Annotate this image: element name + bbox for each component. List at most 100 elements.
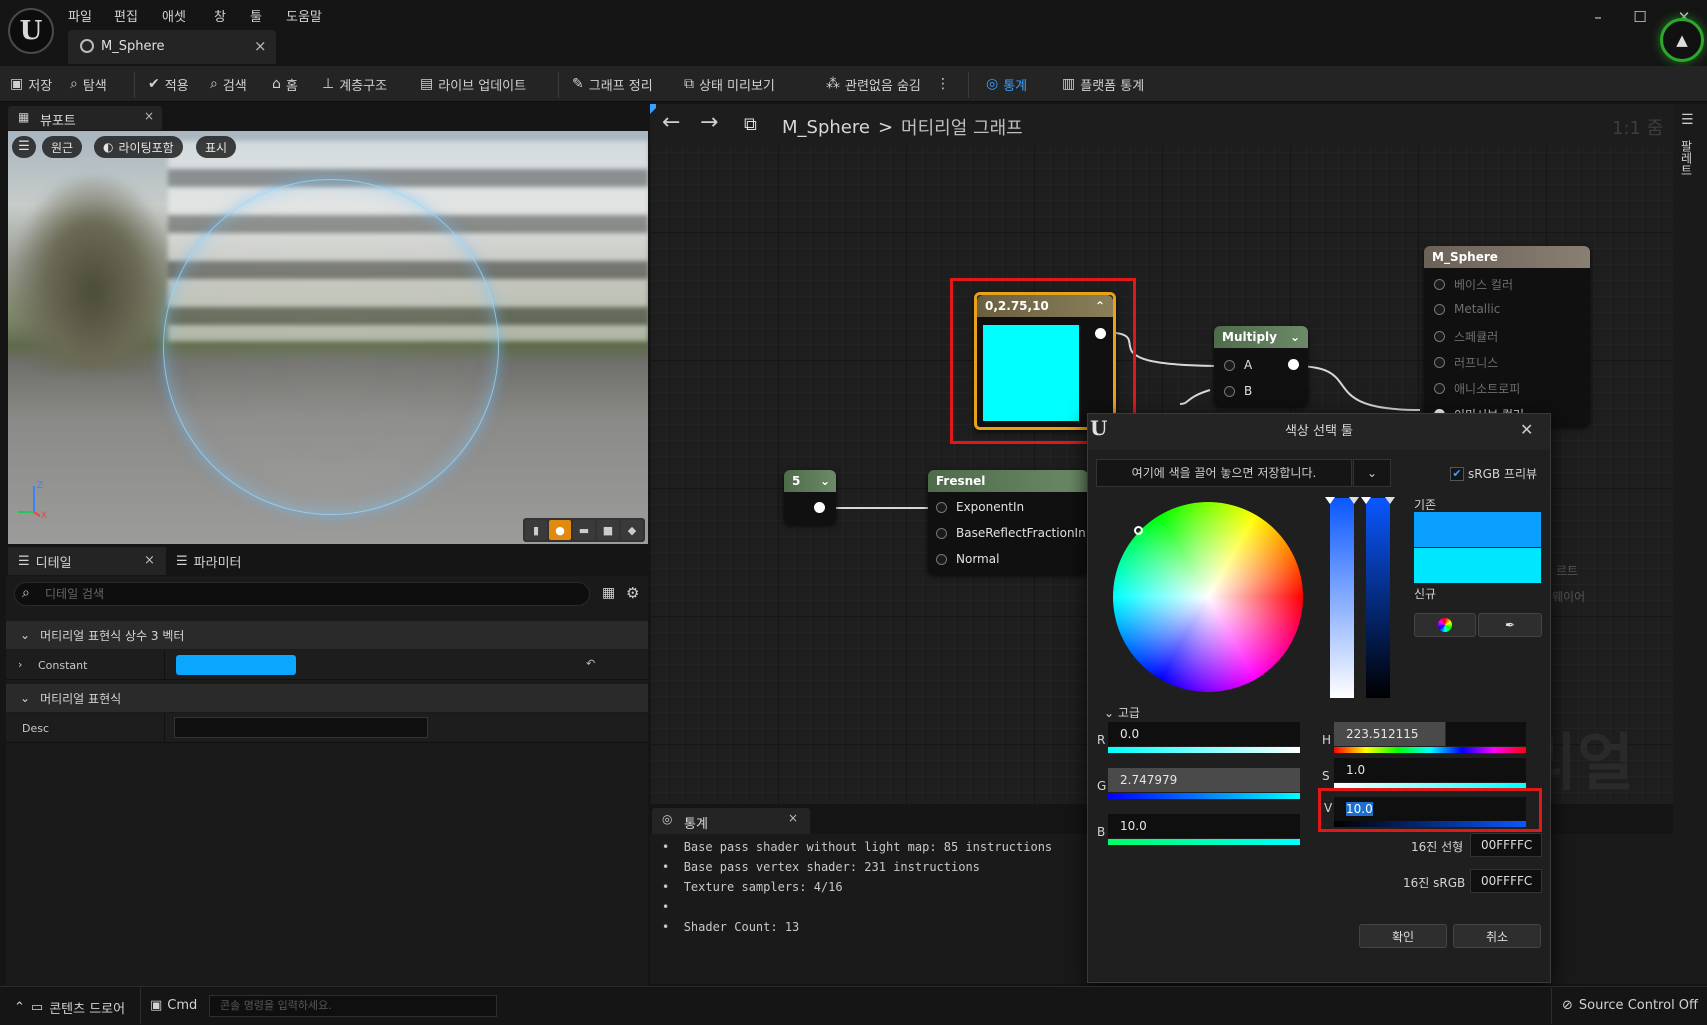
unreal-logo-icon[interactable]: U xyxy=(8,8,54,54)
color-wheel-selector[interactable] xyxy=(1134,526,1143,535)
live-update-button[interactable]: ▤ 라이브 업데이트 xyxy=(420,74,526,94)
chevron-right-icon[interactable]: › xyxy=(18,658,22,671)
menu-asset[interactable]: 애셋 xyxy=(162,6,186,26)
sphere-icon[interactable]: ● xyxy=(549,520,571,540)
maximize-button[interactable]: ☐ xyxy=(1626,8,1654,28)
viewport-scene[interactable] xyxy=(8,131,648,544)
breadcrumb-asset[interactable]: M_Sphere xyxy=(782,117,870,138)
scalar-node[interactable]: 5 ⌄ xyxy=(784,470,836,524)
pin-roughness[interactable]: 러프니스 xyxy=(1434,354,1498,371)
table-view-icon[interactable]: ▦ xyxy=(602,585,615,601)
multiply-node[interactable]: Multiply ⌄ A B xyxy=(1214,326,1308,406)
desc-input[interactable] xyxy=(174,717,428,738)
home-button[interactable]: ⌂ 홈 xyxy=(272,74,298,94)
tab-close-button[interactable]: × xyxy=(254,37,267,55)
stats-button[interactable]: ◎ 통계 xyxy=(986,74,1027,94)
platform-stats-button[interactable]: ▥ 플랫폼 통계 xyxy=(1062,74,1144,94)
hierarchy-button[interactable]: ⊥ 계층구조 xyxy=(322,74,387,94)
tab-parameters[interactable]: ☰ 파라미터 xyxy=(166,547,306,575)
apply-button[interactable]: ✔ 적용 xyxy=(148,74,189,94)
hide-unrelated-button[interactable]: ⁂ 관련없음 숨김 xyxy=(826,74,921,94)
close-icon[interactable]: ✕ xyxy=(1520,420,1533,439)
stats-tab-close[interactable]: × xyxy=(788,811,798,825)
show-button[interactable]: 표시 xyxy=(196,136,237,158)
palette-list-icon[interactable]: ☰ xyxy=(1681,112,1694,128)
menu-help[interactable]: 도움말 xyxy=(286,6,322,26)
menu-tools[interactable]: 툴 xyxy=(250,6,262,26)
content-drawer-button[interactable]: ⌃ ▭ 콘텐츠 드로어 xyxy=(14,998,125,1017)
h-value-field[interactable]: 223.512115 xyxy=(1334,722,1526,746)
scalar-output-pin[interactable] xyxy=(814,502,825,513)
clean-graph-button[interactable]: ✎ 그래프 정리 xyxy=(572,74,653,94)
eyedropper-button[interactable]: ✒ xyxy=(1478,613,1542,637)
source-control-button[interactable]: ⊘ Source Control Off xyxy=(1562,998,1698,1013)
hex-linear-field[interactable]: 00FFFFC xyxy=(1470,833,1542,857)
preview-state-button[interactable]: ⧉ 상태 미리보기 xyxy=(684,74,775,94)
tab-viewport[interactable]: ▦ 뷰포트 × xyxy=(8,106,162,130)
axis-gizmo-icon: Z X xyxy=(18,481,47,518)
cancel-button[interactable]: 취소 xyxy=(1453,924,1541,948)
hex-srgb-field[interactable]: 00FFFFC xyxy=(1470,869,1542,893)
pin-metallic[interactable]: Metallic xyxy=(1434,302,1500,316)
ok-button[interactable]: 확인 xyxy=(1359,924,1447,948)
forward-arrow-icon[interactable]: → xyxy=(700,110,718,135)
breadcrumb-graph[interactable]: 머티리얼 그래프 xyxy=(901,114,1023,140)
fresnel-node[interactable]: Fresnel ExponentIn BaseReflectFractionIn… xyxy=(928,470,1088,574)
minimize-button[interactable]: – xyxy=(1584,8,1612,28)
more-options-button[interactable]: ⋮ xyxy=(936,74,950,94)
pin-anisotropy[interactable]: 애니소트로피 xyxy=(1434,380,1520,397)
reset-arrow-icon[interactable]: ↶ xyxy=(586,657,595,670)
b-value-field[interactable]: 10.0 xyxy=(1108,814,1300,838)
detail-search-input[interactable]: 디테일 검색 xyxy=(14,582,590,606)
color-theme-drop-zone[interactable]: 여기에 색을 끌어 놓으면 저장합니다. xyxy=(1096,459,1352,487)
s-value-field[interactable]: 1.0 xyxy=(1334,758,1526,782)
plane-icon[interactable]: ▬ xyxy=(573,520,595,540)
console-command-input[interactable]: 콘솔 명령을 입력하세요. xyxy=(209,995,497,1017)
menu-edit[interactable]: 편집 xyxy=(114,6,138,26)
chevron-down-icon[interactable]: ⌄ xyxy=(1290,330,1300,344)
viewport-tab-close[interactable]: × xyxy=(144,109,154,123)
menu-window[interactable]: 창 xyxy=(214,6,226,26)
chevron-down-icon[interactable]: ⌄ xyxy=(1353,459,1391,487)
pin-specular[interactable]: 스페큘러 xyxy=(1434,328,1498,345)
cylinder-icon[interactable]: ▮ xyxy=(525,520,547,540)
browse-button[interactable]: ⌕ 탐색 xyxy=(70,74,107,94)
back-arrow-icon[interactable]: ← xyxy=(662,110,680,135)
cube-icon[interactable]: ■ xyxy=(597,520,619,540)
pin-normal[interactable]: Normal xyxy=(936,552,999,566)
search-button[interactable]: ⌕ 검색 xyxy=(210,74,247,94)
pin-base-color[interactable]: 베이스 컬러 xyxy=(1434,276,1513,293)
hat-icon[interactable]: ▲ xyxy=(1660,18,1704,62)
saturation-slider[interactable] xyxy=(1330,498,1354,698)
color-picker-title[interactable]: 색상 선택 툴 xyxy=(1088,414,1550,450)
cmd-button[interactable]: ▣ Cmd xyxy=(150,998,197,1013)
details-tab-close[interactable]: × xyxy=(144,553,155,568)
constant-color-swatch[interactable] xyxy=(176,655,296,675)
pin-b[interactable]: B xyxy=(1224,384,1252,398)
perspective-button[interactable]: 원근 xyxy=(42,136,83,158)
tab-stats[interactable]: ◎ 통계 × xyxy=(652,808,810,834)
chevron-down-icon[interactable]: ⌄ xyxy=(820,474,830,488)
lighting-mode-button[interactable]: ◐ 라이팅포함 xyxy=(94,136,183,158)
viewport-menu-icon[interactable]: ☰ xyxy=(12,136,36,158)
section-material-expression[interactable]: ⌄ 머티리얼 표현식 xyxy=(6,684,648,712)
tab-m-sphere[interactable]: M_Sphere × xyxy=(68,30,276,64)
palette-tab[interactable]: 팔레트 xyxy=(1678,140,1695,176)
pin-base-reflect-fraction-in[interactable]: BaseReflectFractionIn xyxy=(936,526,1086,540)
g-value-field[interactable]: 2.747979 xyxy=(1108,768,1300,792)
save-button[interactable]: ▣ 저장 xyxy=(10,74,52,94)
section-vector-constant[interactable]: ⌄ 머티리얼 표현식 상수 3 벡터 xyxy=(6,621,648,649)
advanced-toggle[interactable]: ⌄ 고급 xyxy=(1104,704,1140,721)
pin-exponent-in[interactable]: ExponentIn xyxy=(936,500,1024,514)
value-slider[interactable] xyxy=(1366,498,1390,698)
srgb-preview-checkbox[interactable]: ✔ sRGB 프리뷰 xyxy=(1450,465,1537,482)
multiply-output-pin[interactable] xyxy=(1288,359,1299,370)
settings-gear-icon[interactable]: ⚙ xyxy=(626,584,639,602)
r-value-field[interactable]: 0.0 xyxy=(1108,722,1300,746)
tab-details[interactable]: ☰ 디테일 × xyxy=(8,547,166,575)
menu-file[interactable]: 파일 xyxy=(68,6,92,26)
result-node[interactable]: M_Sphere 베이스 컬러 Metallic 스페큘러 러프니스 애니소트로… xyxy=(1424,246,1590,426)
color-wheel-mode-button[interactable] xyxy=(1414,613,1476,637)
custom-mesh-icon[interactable]: ◆ xyxy=(621,520,643,540)
pin-a[interactable]: A xyxy=(1224,358,1252,372)
